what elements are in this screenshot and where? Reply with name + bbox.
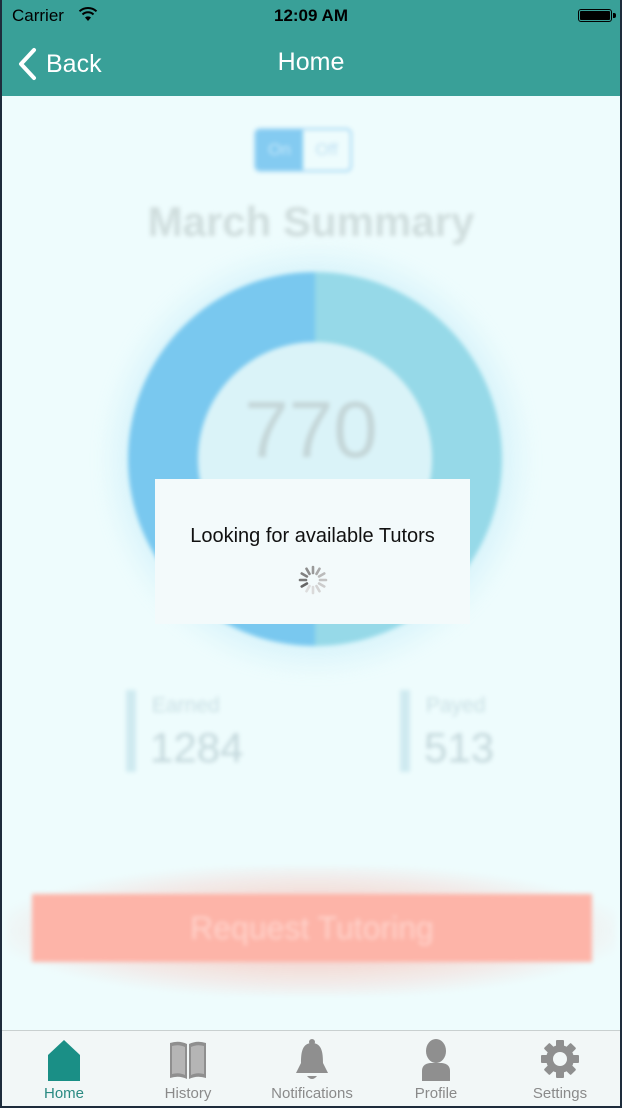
loading-dialog: Looking for available Tutors xyxy=(155,479,470,624)
bell-icon xyxy=(296,1039,328,1079)
tab-settings[interactable]: Settings xyxy=(498,1031,620,1106)
tab-notifications[interactable]: Notifications xyxy=(250,1031,374,1106)
earned-label: Earned xyxy=(152,694,220,717)
summary-title: March Summary xyxy=(147,198,475,245)
battery-icon xyxy=(578,9,616,22)
person-icon xyxy=(422,1039,450,1081)
tab-bar: Home History Notifications Profile Setti… xyxy=(2,1030,620,1106)
request-tutoring-button[interactable]: Request Tutoring xyxy=(32,894,592,962)
gear-icon xyxy=(541,1040,579,1078)
loading-spinner-icon xyxy=(298,565,328,595)
payed-indicator-bar xyxy=(400,690,410,772)
toggle-on-option[interactable]: On xyxy=(256,130,303,170)
status-time: 12:09 AM xyxy=(273,6,348,25)
tab-profile[interactable]: Profile xyxy=(374,1031,498,1106)
page-title: Home xyxy=(277,48,345,76)
earned-indicator-bar xyxy=(126,690,136,772)
total-hours-value: 770 xyxy=(244,385,378,474)
tab-history[interactable]: History xyxy=(126,1031,250,1106)
home-icon xyxy=(48,1040,80,1081)
navigation-bar: Back Home xyxy=(2,32,620,96)
toggle-off-option[interactable]: Off xyxy=(303,130,350,170)
payed-label: Payed xyxy=(426,694,486,717)
app-screen: Carrier 12:09 AM Back Home On Off March … xyxy=(2,0,620,1106)
tab-home-label: Home xyxy=(43,1085,84,1102)
status-bar: Carrier 12:09 AM xyxy=(2,0,620,32)
earned-value: 1284 xyxy=(150,724,244,771)
payed-value: 513 xyxy=(424,724,495,771)
tab-notifications-label: Notifications xyxy=(271,1085,353,1102)
tab-home[interactable]: Home xyxy=(2,1031,126,1106)
loading-message: Looking for available Tutors xyxy=(190,525,435,547)
book-icon xyxy=(170,1041,206,1079)
tab-history-label: History xyxy=(164,1085,212,1102)
tab-settings-label: Settings xyxy=(532,1085,588,1102)
on-off-toggle[interactable]: On Off xyxy=(254,128,352,172)
tab-profile-label: Profile xyxy=(414,1085,458,1102)
